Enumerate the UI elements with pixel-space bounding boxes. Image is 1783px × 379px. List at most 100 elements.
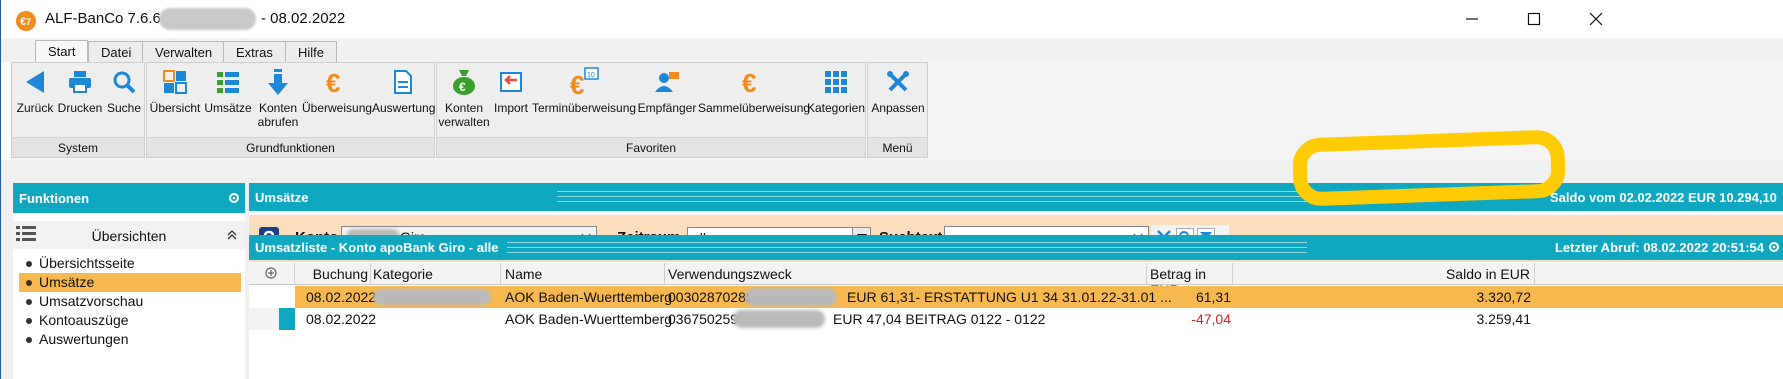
tools-icon: [887, 71, 909, 92]
sidebar-item-label: Umsatzvorschau: [39, 293, 144, 309]
umsaetze-ribbon-button[interactable]: Umsätze: [202, 63, 254, 137]
minimize-icon: [1466, 18, 1478, 20]
window-title: ALF-BanCo 7.6.6: [45, 10, 161, 27]
sidebar-item-kontoauszuege[interactable]: Kontoauszüge: [19, 311, 241, 330]
gear-icon[interactable]: [228, 192, 240, 204]
kategorien-label: Kategorien: [806, 101, 866, 115]
title-bar: € 7 ALF-BanCo 7.6.6 - 08.02.2022: [1, 0, 1783, 38]
terminueberweisung-label: Terminüberweisung: [532, 101, 637, 115]
cell-name: AOK Baden-Wuerttemberg: [505, 311, 673, 327]
transactions-panel: Umsätze Saldo vom 02.02.2022 EUR 10.294,…: [249, 183, 1783, 379]
umsaetze-title: Umsätze: [255, 190, 309, 205]
minimize-button[interactable]: [1441, 0, 1503, 38]
cell-saldo: 3.259,41: [1476, 311, 1532, 327]
collective-transfer-icon: €: [742, 68, 756, 96]
import-button[interactable]: Import: [490, 63, 532, 137]
ribbon-group-label: Menü: [868, 137, 927, 157]
ribbon-group-label: Favoriten: [437, 137, 865, 157]
close-icon: [1589, 12, 1603, 26]
auswertung-button[interactable]: Auswertung: [372, 63, 435, 137]
column-header-betrag[interactable]: Betrag in EUR: [1147, 263, 1233, 298]
cell-betrag: 61,31: [1195, 289, 1231, 305]
maximize-button[interactable]: [1503, 0, 1565, 38]
suche-label: Suche: [106, 101, 142, 115]
cell-verwendungszweck-prefix: 036750259: [668, 311, 739, 327]
sidebar-item-auswertungen[interactable]: Auswertungen: [19, 330, 241, 349]
svg-text:€: €: [326, 68, 340, 96]
sammelueberweisung-button[interactable]: € Sammelüberweisung: [698, 63, 810, 137]
umsatzliste-title: Umsatzliste - Konto apoBank Giro - alle: [255, 240, 499, 255]
report-document-icon: [394, 70, 412, 94]
euro-icon: €: [326, 68, 340, 96]
umsaetze-ribbon-label: Umsätze: [204, 101, 252, 115]
import-label: Import: [493, 101, 528, 115]
scheduled-transfer-icon: €10: [570, 67, 599, 97]
column-header-kategorie[interactable]: Kategorie: [371, 263, 501, 285]
terminueberweisung-button[interactable]: €10 Terminüberweisung: [532, 63, 636, 137]
tab-extras[interactable]: Extras: [223, 41, 286, 62]
ribbon-group-grundfunktionen: Übersicht Umsätze Konten abrufen € Überw…: [146, 62, 435, 158]
sidebar-item-umsatzvorschau[interactable]: Umsatzvorschau: [19, 292, 241, 311]
umsatzliste-header: Umsatzliste - Konto apoBank Giro - alle …: [249, 235, 1783, 260]
functions-title: Funktionen: [19, 191, 90, 206]
kategorien-button[interactable]: Kategorien: [806, 63, 866, 137]
bullet-icon: [26, 261, 32, 267]
redacted-kategorie: [373, 289, 491, 305]
sidebar-item-umsaetze[interactable]: Umsätze: [19, 273, 241, 292]
empfaenger-button[interactable]: Empfänger: [636, 63, 698, 137]
table-row[interactable]: 08.02.2022 AOK Baden-Wuerttemberg 003028…: [249, 286, 1783, 308]
konten-verwalten-button[interactable]: € Konten verwalten: [438, 63, 490, 137]
tab-verwalten[interactable]: Verwalten: [142, 41, 226, 62]
uebersichten-label: Übersichten: [91, 228, 167, 244]
anpassen-button[interactable]: Anpassen: [869, 63, 927, 137]
column-header-name[interactable]: Name: [501, 263, 665, 285]
uebersicht-label: Übersicht: [149, 101, 201, 115]
suche-button[interactable]: Suche: [104, 63, 144, 137]
konten-abrufen-button[interactable]: Konten abrufen: [254, 63, 302, 137]
bullet-icon: [26, 318, 32, 324]
maximize-icon: [1527, 12, 1541, 26]
back-arrow-icon: [26, 71, 44, 93]
redacted-verwendungszweck: [745, 288, 837, 306]
bullet-icon: [26, 299, 32, 305]
zurueck-button[interactable]: Zurück: [14, 63, 56, 137]
money-bag-icon: €: [453, 70, 475, 95]
printer-icon: [69, 71, 91, 93]
empfaenger-label: Empfänger: [637, 101, 697, 115]
import-icon: [500, 72, 522, 92]
svg-text:€: €: [459, 80, 466, 94]
redacted-title-part: [159, 8, 256, 30]
anpassen-label: Anpassen: [871, 101, 925, 115]
gear-icon[interactable]: [1768, 241, 1780, 253]
tab-hilfe[interactable]: Hilfe: [285, 41, 338, 62]
app-window: € 7 ALF-BanCo 7.6.6 - 08.02.2022 Start D…: [0, 0, 1783, 379]
overview-icon: [163, 70, 187, 94]
cell-betrag: -47,04: [1191, 311, 1231, 327]
tab-start[interactable]: Start: [35, 40, 89, 62]
column-header-saldo[interactable]: Saldo in EUR: [1233, 263, 1535, 285]
ueberweisung-button[interactable]: € Überweisung: [302, 63, 372, 137]
ribbon-group-menu: Anpassen Menü: [867, 62, 928, 158]
column-header-buchung[interactable]: Buchung: [295, 263, 371, 285]
cell-buchung: 08.02.2022: [306, 311, 377, 327]
uebersicht-button[interactable]: Übersicht: [148, 63, 202, 137]
ribbon-group-label: Grundfunktionen: [147, 137, 434, 157]
drucken-label: Drucken: [57, 101, 103, 115]
uebersichten-section[interactable]: Übersichten: [13, 221, 245, 249]
column-header-verwendungszweck[interactable]: Verwendungszweck: [665, 263, 1147, 285]
svg-text:€: €: [570, 70, 584, 97]
row-indicator: [279, 308, 295, 330]
cell-verwendungszweck-prefix: 00302870289: [668, 289, 754, 305]
close-button[interactable]: [1565, 0, 1627, 38]
add-column-cell[interactable]: [249, 263, 295, 285]
tab-datei[interactable]: Datei: [88, 41, 145, 62]
sidebar-item-label: Umsätze: [39, 274, 95, 290]
cell-name: AOK Baden-Wuerttemberg: [505, 289, 673, 305]
drucken-button[interactable]: Drucken: [56, 63, 104, 137]
konten-abrufen-label: Konten abrufen: [257, 101, 299, 129]
chevron-up-double-icon[interactable]: [227, 230, 237, 240]
sidebar-item-uebersichtsseite[interactable]: Übersichtsseite: [19, 254, 241, 273]
table-row[interactable]: 08.02.2022 AOK Baden-Wuerttemberg 036750…: [249, 308, 1783, 330]
svg-text:10: 10: [587, 72, 595, 79]
functions-header: Funktionen: [13, 183, 245, 213]
